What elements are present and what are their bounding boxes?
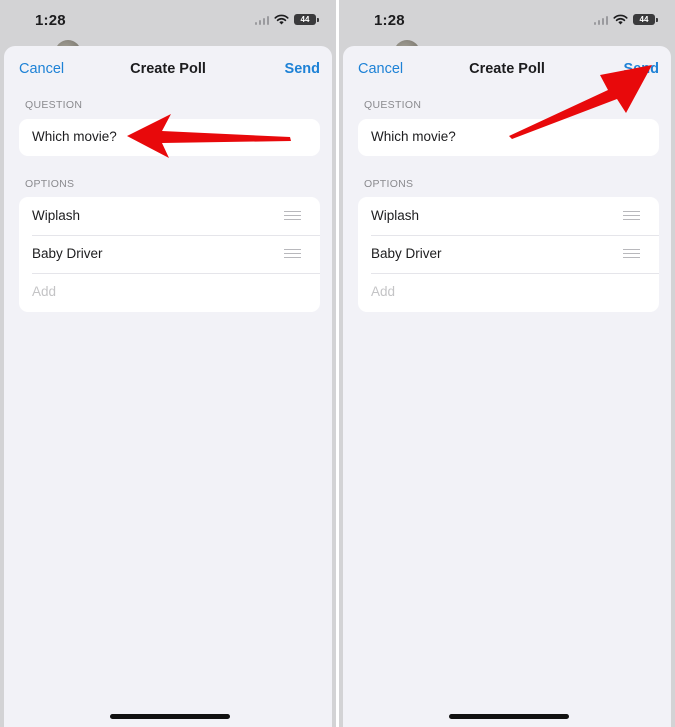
nav-bar: Cancel Create Poll Send	[343, 46, 671, 92]
row-divider	[371, 273, 659, 274]
left-screenshot: 1:28 44 Cancel Create Poll Send QUESTION…	[0, 0, 336, 727]
options-list: Wiplash Baby Driver Add	[358, 197, 659, 312]
option-row[interactable]: Wiplash	[19, 197, 320, 235]
question-section-label: QUESTION	[364, 99, 422, 111]
status-icons: 44	[593, 14, 658, 25]
status-icons: 44	[254, 14, 319, 25]
row-divider	[32, 235, 320, 236]
cellular-signal-icon	[254, 15, 269, 25]
wifi-icon	[613, 14, 628, 25]
battery-icon: 44	[633, 14, 658, 25]
option-row[interactable]: Baby Driver	[358, 235, 659, 273]
home-indicator	[449, 714, 569, 719]
drag-handle-icon[interactable]	[623, 249, 640, 259]
status-time: 1:28	[35, 12, 66, 29]
status-time: 1:28	[374, 12, 405, 29]
option-row[interactable]: Wiplash	[358, 197, 659, 235]
question-section-label: QUESTION	[25, 99, 83, 111]
home-indicator	[110, 714, 230, 719]
wifi-icon	[274, 14, 289, 25]
add-option-input[interactable]: Add	[19, 273, 320, 311]
status-bar: 1:28 44	[0, 0, 336, 44]
options-section-label: OPTIONS	[364, 178, 414, 190]
option-row[interactable]: Baby Driver	[19, 235, 320, 273]
add-option-placeholder: Add	[371, 284, 396, 299]
options-section-label: OPTIONS	[25, 178, 75, 190]
send-button[interactable]: Send	[285, 61, 320, 77]
add-option-input[interactable]: Add	[358, 273, 659, 311]
row-divider	[371, 235, 659, 236]
cellular-signal-icon	[593, 15, 608, 25]
drag-handle-icon[interactable]	[284, 249, 301, 259]
sheet-title: Create Poll	[469, 61, 545, 77]
nav-bar: Cancel Create Poll Send	[4, 46, 332, 92]
battery-icon: 44	[294, 14, 319, 25]
option-text: Wiplash	[371, 208, 420, 223]
question-text: Which movie?	[371, 129, 456, 144]
question-text: Which movie?	[32, 129, 117, 144]
option-text: Wiplash	[32, 208, 81, 223]
option-text: Baby Driver	[371, 246, 442, 261]
create-poll-sheet: Cancel Create Poll Send QUESTION Which m…	[4, 46, 332, 727]
status-bar: 1:28 44	[339, 0, 675, 44]
drag-handle-icon[interactable]	[284, 211, 301, 221]
right-screenshot: 1:28 44 Cancel Create Poll Send QUESTION…	[339, 0, 675, 727]
row-divider	[32, 273, 320, 274]
sheet-title: Create Poll	[130, 61, 206, 77]
add-option-placeholder: Add	[32, 284, 57, 299]
drag-handle-icon[interactable]	[623, 211, 640, 221]
send-button[interactable]: Send	[624, 61, 659, 77]
create-poll-sheet: Cancel Create Poll Send QUESTION Which m…	[343, 46, 671, 727]
options-list: Wiplash Baby Driver Add	[19, 197, 320, 312]
option-text: Baby Driver	[32, 246, 103, 261]
question-input[interactable]: Which movie?	[19, 119, 320, 156]
question-input[interactable]: Which movie?	[358, 119, 659, 156]
